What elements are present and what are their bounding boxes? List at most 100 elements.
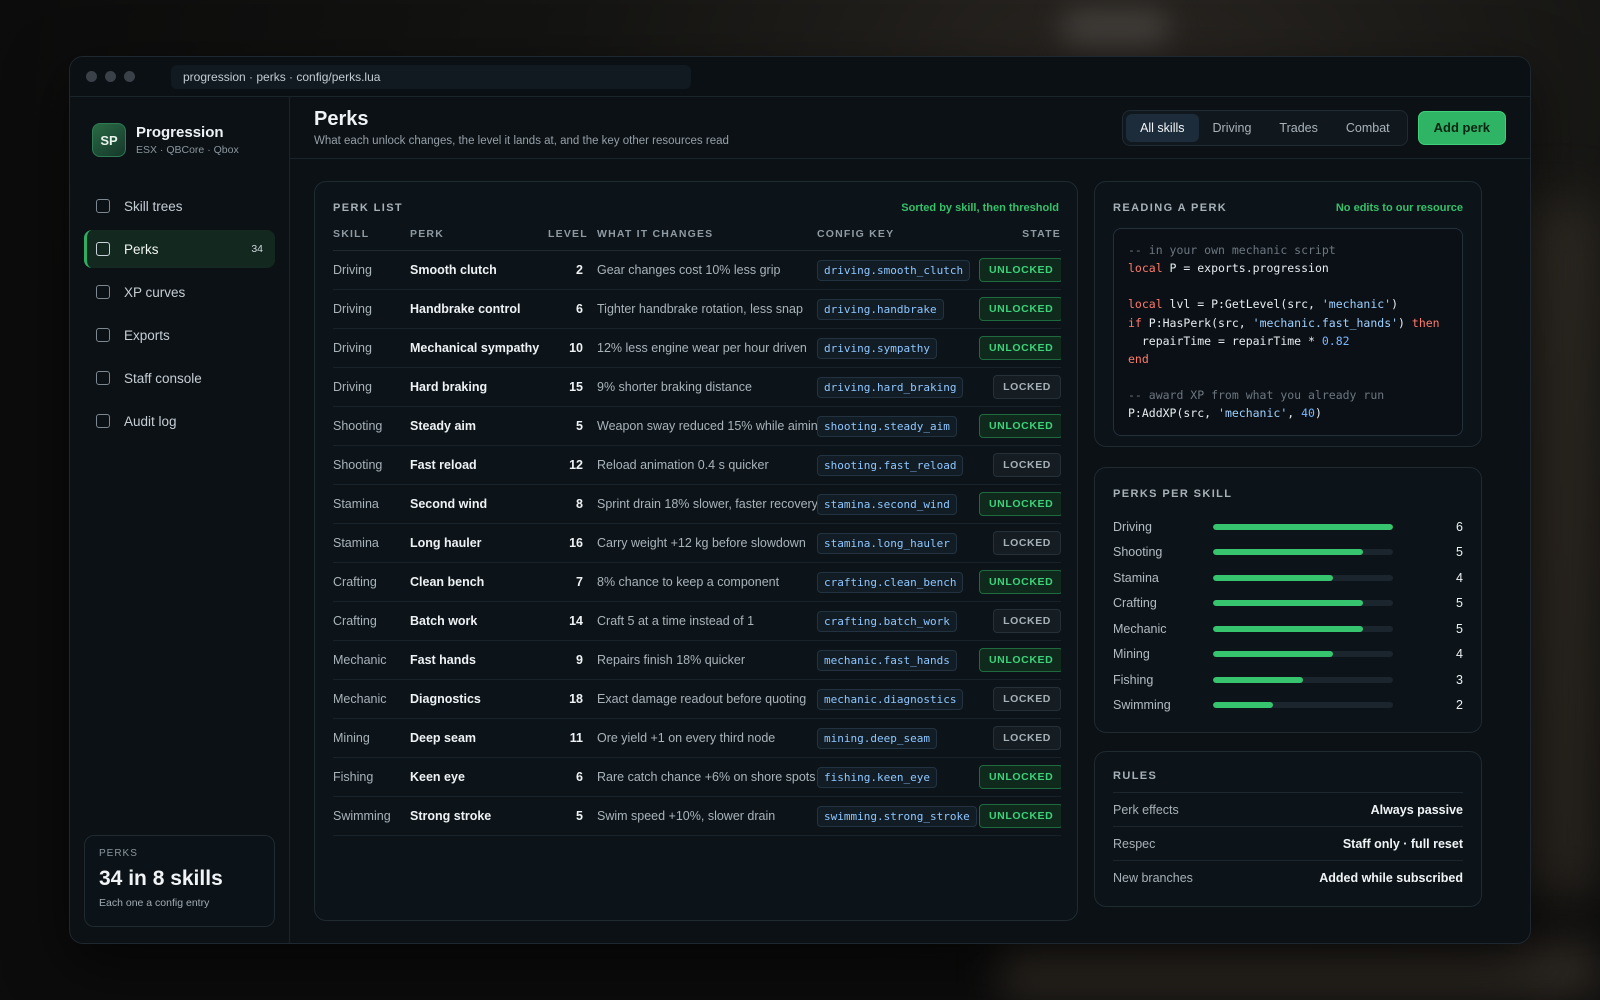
config-key[interactable]: stamina.long_hauler (817, 533, 957, 554)
config-key[interactable]: mining.deep_seam (817, 728, 937, 749)
brand-title: Progression (136, 124, 224, 141)
app-window: progression · perks · config/perks.lua S… (69, 56, 1531, 944)
config-key[interactable]: driving.hard_braking (817, 377, 964, 398)
sidebar-item-staff-console[interactable]: Staff console (84, 359, 275, 397)
config-key-cell: shooting.steady_aim (817, 406, 979, 446)
main-content: Perks What each unlock changes, the leve… (290, 97, 1530, 943)
sidebar-item-audit-log[interactable]: Audit log (84, 402, 275, 440)
change-cell: 8% chance to keep a component (597, 562, 817, 602)
config-key[interactable]: driving.sympathy (817, 338, 937, 359)
count-badge: 34 (251, 243, 263, 255)
perk-list-panel: PERK LIST Sorted by skill, then threshol… (314, 181, 1078, 921)
table-row[interactable]: Fishing Keen eye 6 Rare catch chance +6% on… (333, 757, 1061, 797)
skill-cell: Fishing (333, 757, 410, 797)
summary-label: PERKS (99, 848, 138, 859)
config-key[interactable]: driving.handbrake (817, 299, 944, 320)
skill-bar-row: Stamina 4 (1113, 565, 1463, 591)
change-cell: 12% less engine wear per hour driven (597, 328, 817, 368)
panel-label: READING A PERK (1113, 202, 1228, 214)
code-token: -- in your own mechanic script (1128, 243, 1336, 257)
config-key[interactable]: fishing.keen_eye (817, 767, 937, 788)
skill-count: 2 (1456, 698, 1463, 713)
code-token: 40 (1301, 406, 1315, 421)
add-perk-button[interactable]: Add perk (1417, 110, 1506, 145)
config-key-cell: swimming.strong_stroke (817, 796, 979, 836)
state-badge: UNLOCKED (979, 804, 1061, 828)
filter-combat[interactable]: Combat (1332, 114, 1404, 142)
table-row[interactable]: Crafting Clean bench 7 8% chance to keep a … (333, 562, 1061, 602)
skill-bar-row: Mining 4 (1113, 642, 1463, 668)
skill-cell: Driving (333, 289, 410, 329)
rule-row: Respec Staff only · full reset (1113, 827, 1463, 861)
table-row[interactable]: Swimming Strong stroke 5 Swim speed +10%, s… (333, 796, 1061, 836)
config-key[interactable]: swimming.strong_stroke (817, 806, 977, 827)
table-row[interactable]: Mechanic Diagnostics 18 Exact damage readou… (333, 679, 1061, 719)
config-key[interactable]: stamina.second_wind (817, 494, 957, 515)
column-header: WHAT IT CHANGES (597, 228, 817, 251)
perk-name: Clean bench (410, 562, 548, 602)
brand: SP Progression ESX · QBCore · Qbox (84, 123, 275, 157)
level-cell: 12 (548, 445, 597, 485)
code-line: repairTime = repairTime * 0.82 (1128, 332, 1448, 350)
code-token: , (1287, 406, 1302, 421)
sidebar-item-xp-curves[interactable]: XP curves (84, 273, 275, 311)
level-cell: 6 (548, 289, 597, 329)
path-bar[interactable]: progression · perks · config/perks.lua (171, 64, 691, 89)
level-cell: 9 (548, 640, 597, 680)
table-row[interactable]: Shooting Fast reload 12 Reload animation 0.… (333, 445, 1061, 485)
table-row[interactable]: Shooting Steady aim 5 Weapon sway reduced 1… (333, 406, 1061, 446)
skill-count: 6 (1456, 519, 1463, 534)
filter-trades[interactable]: Trades (1265, 114, 1331, 142)
rule-row: Perk effects Always passive (1113, 793, 1463, 827)
sidebar-item-exports[interactable]: Exports (84, 316, 275, 354)
config-key[interactable]: crafting.clean_bench (817, 572, 964, 593)
filter-driving[interactable]: Driving (1199, 114, 1266, 142)
config-key[interactable]: driving.smooth_clutch (817, 260, 971, 281)
page-header: Perks What each unlock changes, the leve… (290, 97, 1530, 159)
table-row[interactable]: Driving Mechanical sympathy 10 12% less eng… (333, 328, 1061, 368)
code-token: repairTime = repairTime * (1128, 333, 1322, 348)
maximize-dot[interactable] (124, 71, 135, 82)
code-token: -- award XP from what you already run (1128, 388, 1385, 403)
sidebar-item-skill-trees[interactable]: Skill trees (84, 187, 275, 225)
state-cell: UNLOCKED (979, 484, 1061, 524)
bar-fill (1213, 676, 1303, 683)
config-key[interactable]: crafting.batch_work (817, 611, 957, 632)
table-row[interactable]: Stamina Second wind 8 Sprint drain 18% slow… (333, 484, 1061, 524)
minimize-dot[interactable] (105, 71, 116, 82)
code-token: P = exports.progression (1162, 261, 1329, 276)
state-cell: LOCKED (979, 523, 1061, 563)
close-dot[interactable] (86, 71, 97, 82)
code-snippet[interactable]: -- in your own mechanic script local P = … (1113, 228, 1463, 436)
bar-track (1213, 523, 1393, 530)
table-row[interactable]: Crafting Batch work 14 Craft 5 at a time in… (333, 601, 1061, 641)
perk-name: Deep seam (410, 718, 548, 758)
table-row[interactable]: Driving Smooth clutch 2 Gear changes cost 1… (333, 250, 1061, 290)
state-cell: LOCKED (979, 445, 1061, 485)
table-row[interactable]: Mining Deep seam 11 Ore yield +1 on every t… (333, 718, 1061, 758)
table-row[interactable]: Mechanic Fast hands 9 Repairs finish 18% qu… (333, 640, 1061, 680)
table-row[interactable]: Driving Hard braking 15 9% shorter braking … (333, 367, 1061, 407)
panel-label: RULES (1113, 770, 1158, 782)
config-key-cell: driving.handbrake (817, 289, 979, 329)
bar-track (1213, 625, 1393, 632)
state-badge: UNLOCKED (979, 570, 1061, 594)
filter-all-skills[interactable]: All skills (1126, 113, 1199, 142)
table-row[interactable]: Stamina Long hauler 16 Carry weight +12 kg … (333, 523, 1061, 563)
config-key[interactable]: shooting.fast_reload (817, 455, 964, 476)
skill-count: 3 (1456, 672, 1463, 687)
sidebar-item-perks[interactable]: Perks 34 (84, 230, 275, 268)
config-key-cell: fishing.keen_eye (817, 757, 979, 797)
skill-cell: Swimming (333, 796, 410, 836)
code-line: local lvl = P:GetLevel(src, 'mechanic') (1128, 295, 1448, 313)
config-key[interactable]: mechanic.diagnostics (817, 689, 964, 710)
skill-filter: All skills Driving Trades Combat (1122, 109, 1408, 146)
config-key[interactable]: shooting.steady_aim (817, 416, 957, 437)
level-cell: 2 (548, 250, 597, 290)
rule-value: Added while subscribed (1319, 871, 1463, 885)
code-token: lvl = P:GetLevel(src, (1162, 297, 1322, 312)
state-cell: UNLOCKED (979, 562, 1061, 602)
config-key[interactable]: mechanic.fast_hands (817, 650, 957, 671)
checkbox-icon (96, 328, 110, 342)
table-row[interactable]: Driving Handbrake control 6 Tighter handbra… (333, 289, 1061, 329)
